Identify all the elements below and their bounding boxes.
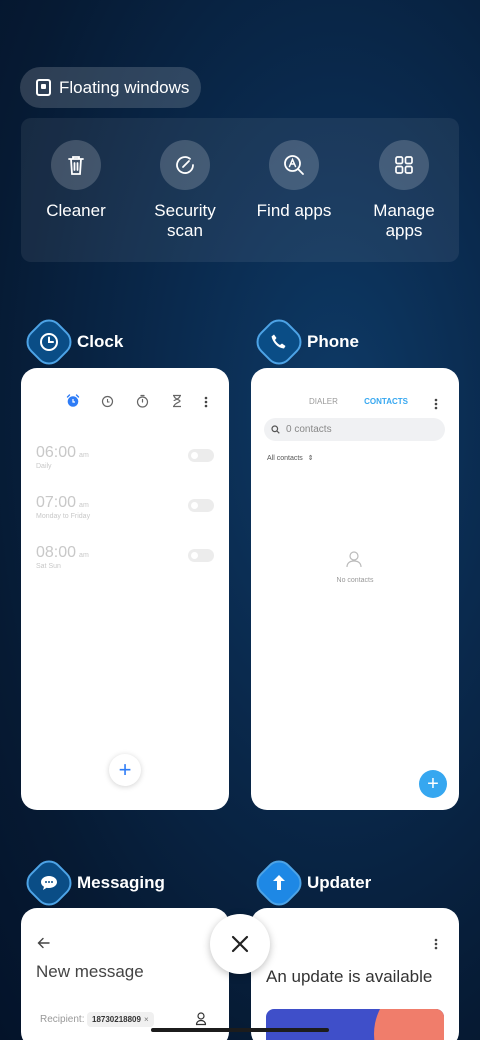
messaging-app-icon bbox=[20, 854, 78, 912]
clock-app-icon bbox=[20, 313, 78, 371]
alarm-row[interactable]: 06:00 am Daily bbox=[36, 444, 214, 470]
alarm-time: 08:00 bbox=[36, 544, 77, 561]
manage-apps-button[interactable]: Manage apps bbox=[349, 140, 459, 241]
contacts-search-input[interactable]: 0 contacts bbox=[264, 418, 445, 441]
close-all-button[interactable] bbox=[210, 914, 270, 974]
update-banner-image bbox=[266, 1009, 444, 1040]
alarm-ampm: am bbox=[79, 452, 89, 459]
home-indicator[interactable] bbox=[151, 1028, 329, 1032]
no-contacts-text: No contacts bbox=[336, 577, 374, 584]
clock-tabs bbox=[21, 394, 229, 410]
more-options-icon[interactable] bbox=[434, 398, 438, 410]
security-scan-icon bbox=[176, 156, 194, 174]
recipient-number: 18730218809 bbox=[92, 1015, 141, 1024]
more-options-icon[interactable] bbox=[434, 938, 438, 950]
floating-windows-label: Floating windows bbox=[59, 77, 190, 97]
alarm-days: Monday to Friday bbox=[36, 513, 91, 520]
alarm-days: Daily bbox=[36, 463, 52, 470]
cleaner-button[interactable]: Cleaner bbox=[21, 140, 131, 221]
tab-contacts[interactable]: CONTACTS bbox=[364, 397, 408, 406]
alarm-row[interactable]: 07:00 am Monday to Friday bbox=[36, 494, 214, 520]
more-options-icon[interactable] bbox=[204, 396, 208, 408]
messaging-app-card[interactable]: New message Recipient: 18730218809 × bbox=[21, 908, 229, 1040]
alarm-toggle[interactable] bbox=[188, 499, 214, 512]
alarm-ampm: am bbox=[79, 552, 89, 559]
floating-windows-button[interactable]: Floating windows bbox=[20, 67, 201, 108]
floating-window-icon bbox=[36, 79, 51, 96]
messaging-app-title: Messaging bbox=[20, 854, 165, 912]
security-scan-label: Security scan bbox=[154, 201, 216, 240]
find-apps-label: Find apps bbox=[256, 201, 332, 220]
messaging-app-name: Messaging bbox=[77, 873, 165, 892]
contacts-filter-dropdown[interactable]: All contacts ⇕ bbox=[267, 454, 314, 462]
timer-tab-icon[interactable] bbox=[171, 394, 183, 408]
security-scan-button[interactable]: Security scan bbox=[130, 140, 240, 241]
alarm-toggle[interactable] bbox=[188, 549, 214, 562]
trash-icon bbox=[68, 156, 84, 175]
cleaner-label: Cleaner bbox=[46, 201, 106, 220]
phone-app-title: Phone bbox=[250, 313, 359, 371]
stopwatch-tab-icon[interactable] bbox=[136, 394, 149, 408]
manage-apps-label: Manage apps bbox=[373, 201, 435, 240]
back-arrow-icon[interactable] bbox=[37, 937, 50, 949]
find-apps-icon bbox=[284, 155, 304, 175]
plus-icon: + bbox=[118, 757, 132, 782]
updater-app-title: Updater bbox=[250, 854, 372, 912]
phone-tabs: DIALER CONTACTS bbox=[309, 397, 408, 406]
plus-icon: + bbox=[427, 772, 439, 795]
tab-dialer[interactable]: DIALER bbox=[309, 397, 338, 406]
remove-recipient-icon[interactable]: × bbox=[144, 1015, 149, 1024]
phone-app-card[interactable]: DIALER CONTACTS 0 contacts All contacts … bbox=[251, 368, 459, 810]
update-headline: An update is available bbox=[266, 967, 433, 986]
alarm-tab-icon[interactable] bbox=[66, 394, 80, 408]
alarm-ampm: am bbox=[79, 502, 89, 509]
phone-app-name: Phone bbox=[307, 332, 359, 351]
clock-app-name: Clock bbox=[77, 332, 124, 351]
alarm-time: 06:00 bbox=[36, 444, 77, 461]
clock-app-title: Clock bbox=[20, 313, 124, 371]
chevron-updown-icon: ⇕ bbox=[307, 455, 314, 462]
contacts-filter-label: All contacts bbox=[267, 455, 303, 462]
recipient-chip[interactable]: 18730218809 × bbox=[87, 1012, 154, 1027]
phone-app-icon bbox=[250, 313, 308, 371]
updater-app-card[interactable]: An update is available bbox=[251, 908, 459, 1040]
updater-app-name: Updater bbox=[307, 873, 372, 892]
alarm-time: 07:00 bbox=[36, 494, 77, 511]
alarm-days: Sat Sun bbox=[36, 563, 61, 570]
search-icon bbox=[271, 425, 280, 434]
alarm-row[interactable]: 08:00 am Sat Sun bbox=[36, 544, 214, 570]
close-icon bbox=[231, 935, 249, 953]
contacts-search-placeholder: 0 contacts bbox=[286, 424, 332, 435]
add-contact-button[interactable]: + bbox=[419, 770, 447, 798]
clock-tab-icon[interactable] bbox=[101, 395, 114, 408]
person-icon bbox=[346, 551, 362, 568]
add-alarm-button[interactable]: + bbox=[109, 754, 141, 786]
updater-app-icon bbox=[250, 854, 308, 912]
find-apps-button[interactable]: Find apps bbox=[239, 140, 349, 221]
contact-picker-icon[interactable] bbox=[195, 1012, 207, 1026]
clock-app-card[interactable]: 06:00 am Daily 07:00 am Monday to Friday 0… bbox=[21, 368, 229, 810]
alarm-toggle[interactable] bbox=[188, 449, 214, 462]
grid-icon bbox=[395, 156, 413, 174]
recipient-label: Recipient: bbox=[40, 1014, 85, 1025]
new-message-title: New message bbox=[36, 962, 144, 981]
quick-actions-panel: Cleaner Security scan Find apps Manage a… bbox=[21, 118, 459, 262]
